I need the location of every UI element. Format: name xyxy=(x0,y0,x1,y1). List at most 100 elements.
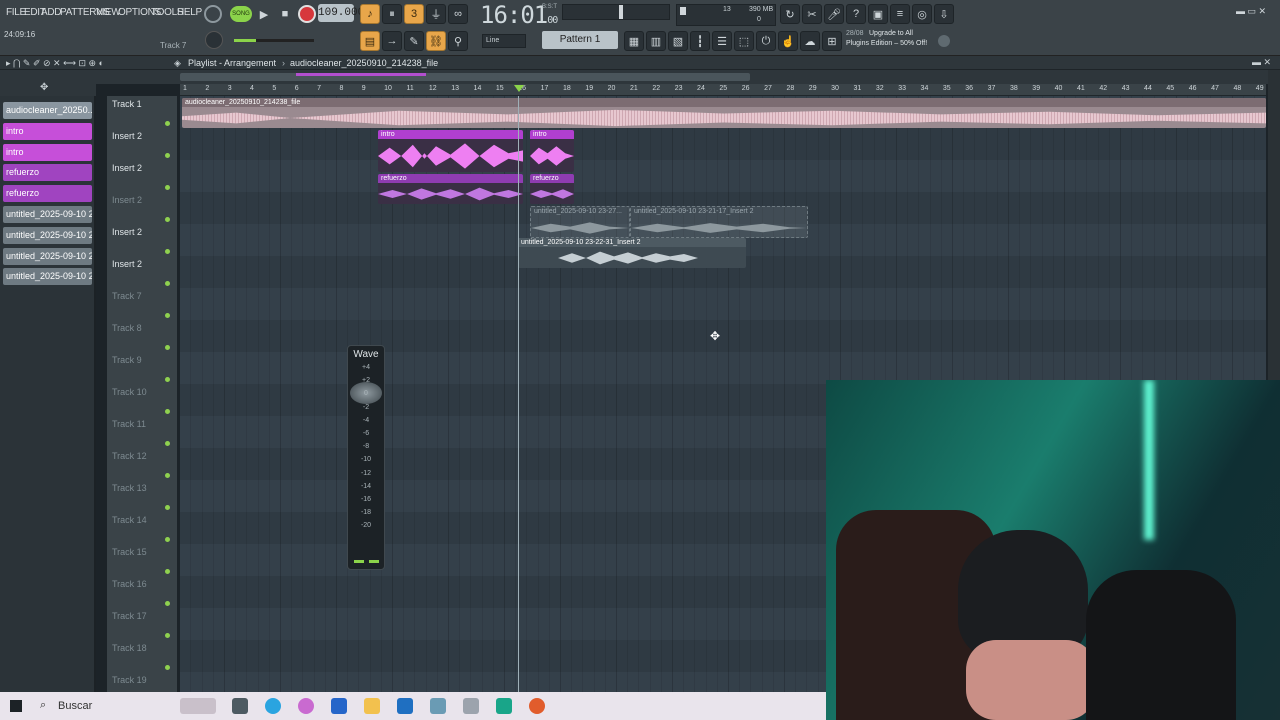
track-name[interactable]: Track 9 xyxy=(112,355,142,365)
track-enable-led[interactable] xyxy=(165,121,170,126)
outlook-icon[interactable] xyxy=(397,698,413,714)
track-name[interactable]: Insert 2 xyxy=(112,131,142,141)
track-name[interactable]: Track 19 xyxy=(112,675,147,685)
menu-add[interactable]: ADD xyxy=(41,7,62,18)
track-enable-led[interactable] xyxy=(165,249,170,254)
track-name[interactable]: Track 1 xyxy=(112,99,142,109)
whatsapp-icon[interactable] xyxy=(496,698,512,714)
playlist-tools-icons[interactable]: ▸ ⋂ ✎ ✐ ⊘ ✕ ⟷ ⊡ ⊕ ◐ xyxy=(6,58,104,69)
browser-icon[interactable]: ☰ xyxy=(712,31,732,51)
copilot-icon[interactable] xyxy=(298,698,314,714)
taskbar-search[interactable]: Buscar xyxy=(58,700,92,712)
track-name[interactable]: Track 14 xyxy=(112,515,147,525)
plug-icon[interactable]: ⏻ xyxy=(756,31,776,51)
picker-clip-item[interactable]: refuerzo xyxy=(3,164,92,182)
search-icon[interactable]: ⌕ xyxy=(40,699,46,712)
track-enable-led[interactable] xyxy=(165,185,170,190)
track-name[interactable]: Track 7 xyxy=(112,291,142,301)
download-icon[interactable]: ⇩ xyxy=(934,4,954,24)
picker-clip-item[interactable]: untitled_2025-09-10 23-... xyxy=(3,247,92,265)
piano-roll-icon[interactable]: ▥ xyxy=(646,31,666,51)
upgrade-line-2[interactable]: Plugins Edition – 50% Off! xyxy=(846,40,927,47)
snap-select[interactable]: Line xyxy=(482,34,526,48)
metronome-icon[interactable]: ♪ xyxy=(360,4,380,24)
clip-untitled-b[interactable]: untitled_2025-09-10 23-21-17_Insert 2 xyxy=(630,206,808,238)
arrow-icon[interactable]: → xyxy=(382,31,402,51)
window-controls[interactable]: ▬ ▭ ✕ xyxy=(1236,6,1266,17)
playlist-icon[interactable]: ▦ xyxy=(624,31,644,51)
plugin-icon[interactable]: ⬚ xyxy=(734,31,754,51)
pattern-mode-icon[interactable]: ▤ xyxy=(360,31,380,51)
blend-notes-icon[interactable]: ∞ xyxy=(448,4,468,24)
clip-untitled-a[interactable]: untitled_2025-09-10 23-27... xyxy=(530,206,630,238)
touch-icon[interactable]: ☝ xyxy=(778,31,798,51)
step-edit-icon[interactable]: ⏚ xyxy=(426,4,446,24)
chat-icon[interactable]: ◎ xyxy=(912,4,932,24)
master-volume-slider[interactable] xyxy=(562,4,670,20)
track-name[interactable]: Track 15 xyxy=(112,547,147,557)
clip-refuerzo-b[interactable]: refuerzo xyxy=(530,174,574,204)
track-enable-led[interactable] xyxy=(165,313,170,318)
widgets-icon[interactable] xyxy=(180,698,216,714)
edge-icon[interactable] xyxy=(265,698,281,714)
playhead-marker[interactable] xyxy=(514,85,524,92)
clip-main-audio[interactable]: audiocleaner_20250910_214238_file xyxy=(182,98,1266,128)
app-icon[interactable] xyxy=(430,698,446,714)
track-name[interactable]: Track 13 xyxy=(112,483,147,493)
picker-clip-item[interactable]: untitled_2025-09-10 23-... xyxy=(3,226,92,244)
mic-icon[interactable]: 🎤︎ xyxy=(824,4,844,24)
track-name[interactable]: Insert 2 xyxy=(112,195,142,205)
menu-file[interactable]: FILE xyxy=(6,7,26,18)
stamp-icon[interactable]: ⚲ xyxy=(448,31,468,51)
menu-view[interactable]: VIEW xyxy=(96,7,121,18)
record-button[interactable] xyxy=(298,5,316,23)
mixer-view-icon[interactable]: ┇ xyxy=(690,31,710,51)
track-enable-led[interactable] xyxy=(165,569,170,574)
track-name[interactable]: Insert 2 xyxy=(112,163,142,173)
cloud-icon[interactable]: ☁ xyxy=(800,31,820,51)
wait-icon[interactable]: ⏸ xyxy=(382,4,402,24)
clip-intro-b[interactable]: intro xyxy=(530,130,574,172)
speaker-icon[interactable]: ◈ xyxy=(174,58,181,69)
track-enable-led[interactable] xyxy=(165,345,170,350)
horizontal-scrollbar[interactable] xyxy=(180,73,750,81)
cart-icon[interactable]: ⊞ xyxy=(822,31,842,51)
picker-clip-item[interactable]: refuerzo xyxy=(3,185,92,203)
track-enable-led[interactable] xyxy=(165,633,170,638)
drawing-app-icon[interactable] xyxy=(463,698,479,714)
track-name[interactable]: Insert 2 xyxy=(112,259,142,269)
loop-record-icon[interactable] xyxy=(204,5,222,23)
countdown-icon[interactable]: 3 xyxy=(404,4,424,24)
file-explorer-icon[interactable] xyxy=(364,698,380,714)
save-icon[interactable]: ▣ xyxy=(868,4,888,24)
picker-clip-item[interactable]: intro xyxy=(3,143,92,161)
track-enable-led[interactable] xyxy=(165,505,170,510)
track-enable-led[interactable] xyxy=(165,537,170,542)
paint-icon[interactable]: ✎ xyxy=(404,31,424,51)
tempo-display[interactable]: 109.000 xyxy=(318,4,364,22)
track-name[interactable]: Track 17 xyxy=(112,611,147,621)
store-icon[interactable] xyxy=(331,698,347,714)
help-icon[interactable]: ? xyxy=(846,4,866,24)
track-name[interactable]: Track 18 xyxy=(112,643,147,653)
track-enable-led[interactable] xyxy=(165,217,170,222)
track-enable-led[interactable] xyxy=(165,665,170,670)
upgrade-line-1[interactable]: Upgrade to All xyxy=(869,30,913,37)
windows-start-icon[interactable] xyxy=(10,700,22,712)
track-enable-led[interactable] xyxy=(165,473,170,478)
play-button[interactable]: ▶ xyxy=(254,4,274,24)
track-name[interactable]: Track 10 xyxy=(112,387,147,397)
task-view-icon[interactable] xyxy=(232,698,248,714)
panel-window-controls[interactable]: ▬ ✕ xyxy=(1252,57,1271,68)
clip-intro-a[interactable]: intro xyxy=(378,130,523,172)
picker-move-icon[interactable]: ✥ xyxy=(40,82,48,93)
track-enable-led[interactable] xyxy=(165,409,170,414)
pattern-select[interactable]: Pattern 1 xyxy=(542,31,618,49)
track-enable-led[interactable] xyxy=(165,601,170,606)
menu-help[interactable]: HELP xyxy=(177,7,202,18)
picker-clip-item[interactable]: audiocleaner_20250... xyxy=(3,102,92,119)
fl-studio-icon[interactable] xyxy=(529,698,545,714)
track-enable-led[interactable] xyxy=(165,377,170,382)
track-enable-led[interactable] xyxy=(165,153,170,158)
track-enable-led[interactable] xyxy=(165,441,170,446)
